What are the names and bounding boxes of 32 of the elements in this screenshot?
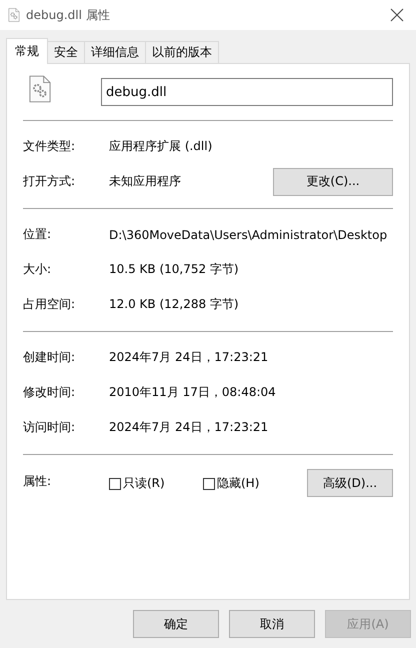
field-value: 2024年7月 24日，17:23:21	[109, 419, 270, 436]
file-name-field[interactable]: debug.dll	[101, 78, 393, 106]
file-icon	[8, 8, 20, 22]
tab[interactable]: 以前的版本	[145, 41, 219, 63]
window-title: debug.dll 属性	[26, 6, 111, 24]
field-label: 修改时间:	[23, 384, 76, 401]
field-label: 创建时间:	[23, 349, 76, 366]
field-label: 属性:	[23, 473, 52, 490]
field-label: 访问时间:	[23, 419, 76, 436]
field-value: 10.5 KB (10,752 字节)	[109, 261, 240, 278]
field-value: 应用程序扩展 (.dll)	[109, 138, 214, 155]
checkbox[interactable]	[109, 478, 121, 490]
field-label: 打开方式:	[23, 173, 76, 190]
field-label: 文件类型:	[23, 138, 76, 155]
field-label: 大小:	[23, 261, 52, 278]
field-value: D:\360MoveData\Users\Administrator\Desktop	[109, 228, 388, 242]
field-value: 12.0 KB (12,288 字节)	[109, 296, 240, 313]
change-button[interactable]: 更改(C)...	[273, 168, 393, 196]
dialog-button[interactable]: 取消	[229, 610, 315, 638]
advanced-button[interactable]: 高级(D)...	[307, 469, 393, 497]
checkbox-label[interactable]: 隐藏(H)	[217, 475, 260, 492]
dialog-button[interactable]: 确定	[133, 610, 219, 638]
field-label: 位置:	[23, 226, 52, 243]
close-icon[interactable]	[390, 8, 404, 22]
checkbox[interactable]	[203, 478, 215, 490]
field-value: 未知应用程序	[109, 173, 182, 190]
field-label: 占用空间:	[23, 296, 76, 313]
tab[interactable]: 常规	[6, 38, 48, 64]
file-icon	[29, 75, 51, 103]
field-value: 2024年7月 24日，17:23:21	[109, 349, 270, 366]
checkbox-label[interactable]: 只读(R)	[123, 475, 165, 492]
field-value: 2010年11月 17日，08:48:04	[109, 384, 277, 401]
